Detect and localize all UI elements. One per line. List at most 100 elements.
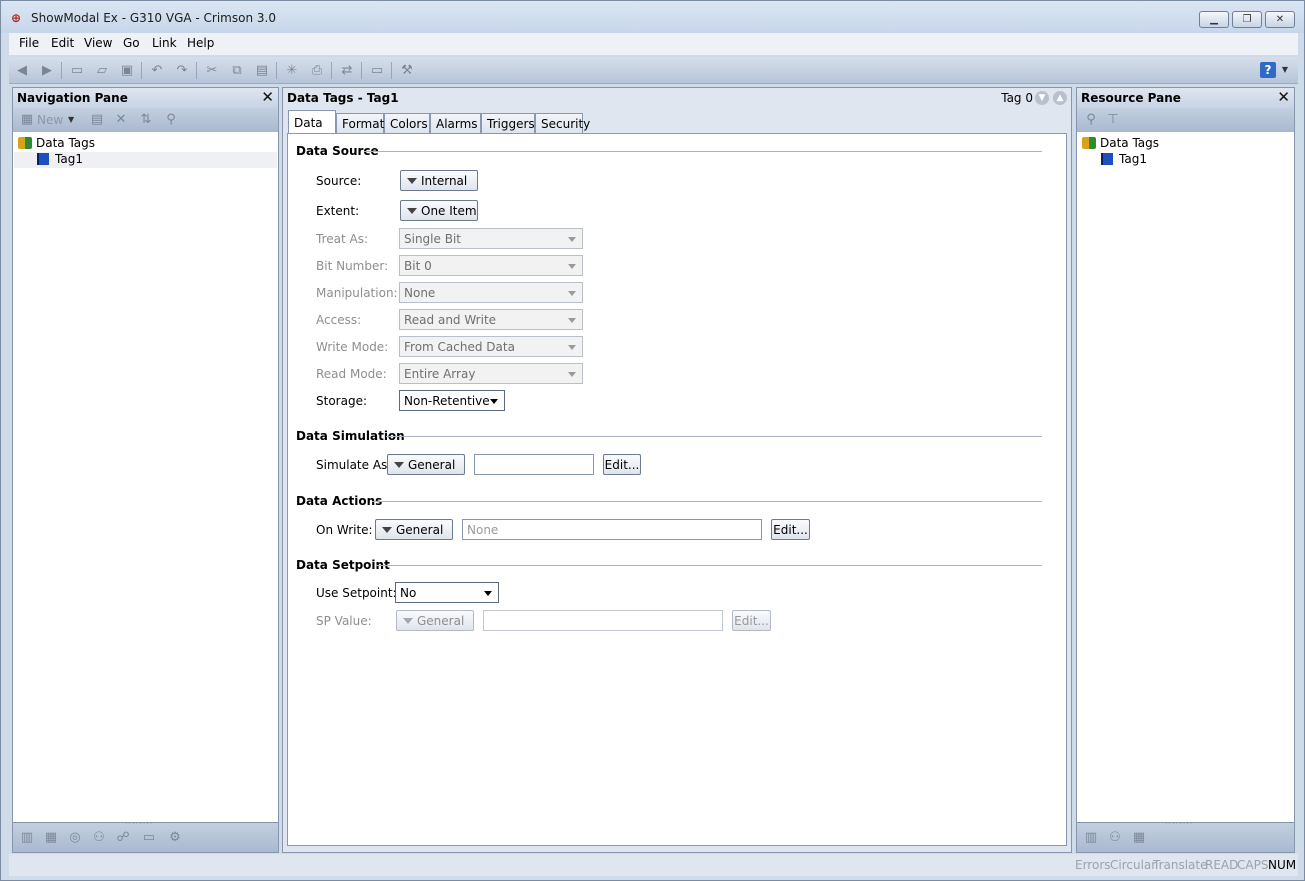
help-icon[interactable]: ? bbox=[1260, 62, 1276, 78]
use-setpoint-select[interactable]: No bbox=[395, 582, 499, 603]
open-icon[interactable]: ▱ bbox=[93, 62, 111, 80]
write-mode-value: From Cached Data bbox=[404, 340, 515, 354]
category-icon[interactable]: ▦ bbox=[1131, 830, 1147, 846]
simulate-mode-button[interactable]: General bbox=[387, 454, 465, 475]
arrow-down-icon[interactable]: ▼ bbox=[1035, 91, 1049, 105]
chevron-down-icon bbox=[484, 591, 492, 596]
category-icon[interactable]: ▥ bbox=[1083, 830, 1099, 846]
search-icon[interactable]: ⚲ bbox=[163, 112, 179, 128]
delete-icon[interactable]: ✕ bbox=[113, 112, 129, 128]
tab-colors[interactable]: Colors bbox=[384, 113, 430, 133]
resource-tree-item-data-tags[interactable]: Data Tags bbox=[1082, 136, 1159, 150]
menu-help[interactable]: Help bbox=[187, 36, 214, 50]
redo-icon[interactable]: ↷ bbox=[173, 62, 191, 80]
add-folder-icon[interactable]: ▤ bbox=[89, 112, 105, 128]
status-circular: Circular bbox=[1110, 858, 1157, 872]
save-icon[interactable]: ▣ bbox=[118, 62, 136, 80]
access-select[interactable]: Read and Write bbox=[399, 309, 583, 330]
source-button[interactable]: Internal bbox=[400, 170, 478, 191]
print-icon[interactable]: ⎙ bbox=[308, 62, 326, 80]
close-icon[interactable]: ✕ bbox=[261, 89, 274, 105]
storage-select[interactable]: Non-Retentive bbox=[399, 390, 505, 411]
crimson-logo-icon: ⊕ bbox=[11, 11, 22, 25]
new-tag-icon[interactable]: ▦ bbox=[19, 112, 35, 128]
navigation-pane-toolbar: ▦ New ▼ ▤ ✕ ⇅ ⚲ bbox=[13, 108, 278, 132]
category-icon[interactable]: ▦ bbox=[43, 830, 59, 846]
sp-mode-value: General bbox=[417, 614, 465, 628]
status-errors: Errors bbox=[1075, 858, 1111, 872]
toolbar-separator bbox=[391, 62, 392, 79]
find-icon[interactable]: ✳ bbox=[283, 62, 301, 80]
manipulation-label: Manipulation: bbox=[316, 286, 398, 300]
simulate-mode-value: General bbox=[408, 458, 456, 472]
splitter-grip[interactable]: ········ bbox=[1165, 819, 1193, 828]
paste-icon[interactable]: ▤ bbox=[253, 62, 271, 80]
help-dropdown-icon[interactable]: ▼ bbox=[1282, 65, 1288, 74]
treat-as-select[interactable]: Single Bit bbox=[399, 228, 583, 249]
menu-file[interactable]: File bbox=[19, 36, 39, 50]
new-button-label[interactable]: New bbox=[37, 113, 63, 127]
extent-label: Extent: bbox=[316, 204, 360, 218]
tree-item-data-tags[interactable]: Data Tags bbox=[18, 136, 95, 150]
tab-data[interactable]: Data bbox=[288, 110, 336, 134]
restore-button[interactable]: ❐ bbox=[1232, 11, 1262, 28]
write-mode-select[interactable]: From Cached Data bbox=[399, 336, 583, 357]
extent-button[interactable]: One Item bbox=[400, 200, 478, 221]
frame-icon[interactable]: ▭ bbox=[368, 62, 386, 80]
link-icon[interactable]: ⇄ bbox=[338, 62, 356, 80]
menu-edit[interactable]: Edit bbox=[51, 36, 74, 50]
sort-icon[interactable]: ⇅ bbox=[138, 112, 154, 128]
app-window: ⊕ ShowModal Ex - G310 VGA - Crimson 3.0 … bbox=[0, 0, 1305, 881]
sp-mode-button[interactable]: General bbox=[396, 610, 474, 631]
category-icon[interactable]: ▥ bbox=[19, 830, 35, 846]
undo-icon[interactable]: ↶ bbox=[148, 62, 166, 80]
splitter-grip[interactable]: ········ bbox=[125, 819, 153, 828]
tab-alarms[interactable]: Alarms bbox=[430, 113, 481, 133]
data-tags-folder-icon bbox=[18, 137, 32, 149]
back-icon[interactable]: ◀ bbox=[13, 62, 31, 80]
close-icon[interactable]: ✕ bbox=[1277, 89, 1290, 105]
on-write-input[interactable]: None bbox=[462, 519, 762, 540]
menu-link[interactable]: Link bbox=[152, 36, 177, 50]
minimize-button[interactable]: ▁ bbox=[1199, 11, 1229, 28]
category-icon[interactable]: ⚇ bbox=[1107, 830, 1123, 846]
dropdown-arrow-icon bbox=[394, 462, 404, 468]
wand-icon[interactable]: ⚒ bbox=[398, 62, 416, 80]
read-mode-select[interactable]: Entire Array bbox=[399, 363, 583, 384]
on-write-edit-button[interactable]: Edit... bbox=[771, 519, 810, 540]
simulate-edit-button[interactable]: Edit... bbox=[603, 454, 641, 475]
cut-icon[interactable]: ✂ bbox=[203, 62, 221, 80]
category-icon[interactable]: ⚙ bbox=[167, 830, 183, 846]
category-icon[interactable]: ▭ bbox=[141, 830, 157, 846]
menu-view[interactable]: View bbox=[84, 36, 112, 50]
menu-go[interactable]: Go bbox=[123, 36, 140, 50]
tree-view-icon[interactable]: ⊤ bbox=[1105, 112, 1121, 128]
close-icon: ✕ bbox=[1275, 14, 1285, 25]
search-icon[interactable]: ⚲ bbox=[1083, 112, 1099, 128]
manipulation-select[interactable]: None bbox=[399, 282, 583, 303]
forward-icon[interactable]: ▶ bbox=[38, 62, 56, 80]
section-divider bbox=[386, 436, 1042, 437]
tree-item-label: Tag1 bbox=[55, 152, 83, 166]
category-icon[interactable]: ☍ bbox=[115, 830, 131, 846]
chevron-down-icon[interactable]: ▼ bbox=[68, 115, 74, 124]
bit-number-select[interactable]: Bit 0 bbox=[399, 255, 583, 276]
resource-pane-title: Resource Pane bbox=[1081, 91, 1181, 105]
new-icon[interactable]: ▭ bbox=[68, 62, 86, 80]
close-button[interactable]: ✕ bbox=[1265, 11, 1295, 28]
arrow-up-icon[interactable]: ▲ bbox=[1053, 91, 1067, 105]
resource-tree-item-tag1[interactable]: Tag1 bbox=[1101, 152, 1147, 166]
sp-value-input[interactable] bbox=[483, 610, 723, 631]
tab-format[interactable]: Format bbox=[336, 113, 384, 133]
on-write-mode-button[interactable]: General bbox=[375, 519, 453, 540]
simulate-value-input[interactable] bbox=[474, 454, 594, 475]
tab-triggers[interactable]: Triggers bbox=[481, 113, 535, 133]
sp-edit-button[interactable]: Edit... bbox=[732, 610, 771, 631]
category-icon[interactable]: ◎ bbox=[67, 830, 83, 846]
tree-item-tag1[interactable]: Tag1 bbox=[14, 152, 277, 168]
copy-icon[interactable]: ⧉ bbox=[228, 62, 246, 80]
use-setpoint-label: Use Setpoint: bbox=[316, 586, 397, 600]
tab-security[interactable]: Security bbox=[535, 113, 590, 133]
category-icon[interactable]: ⚇ bbox=[91, 830, 107, 846]
flag-icon bbox=[1101, 153, 1113, 165]
